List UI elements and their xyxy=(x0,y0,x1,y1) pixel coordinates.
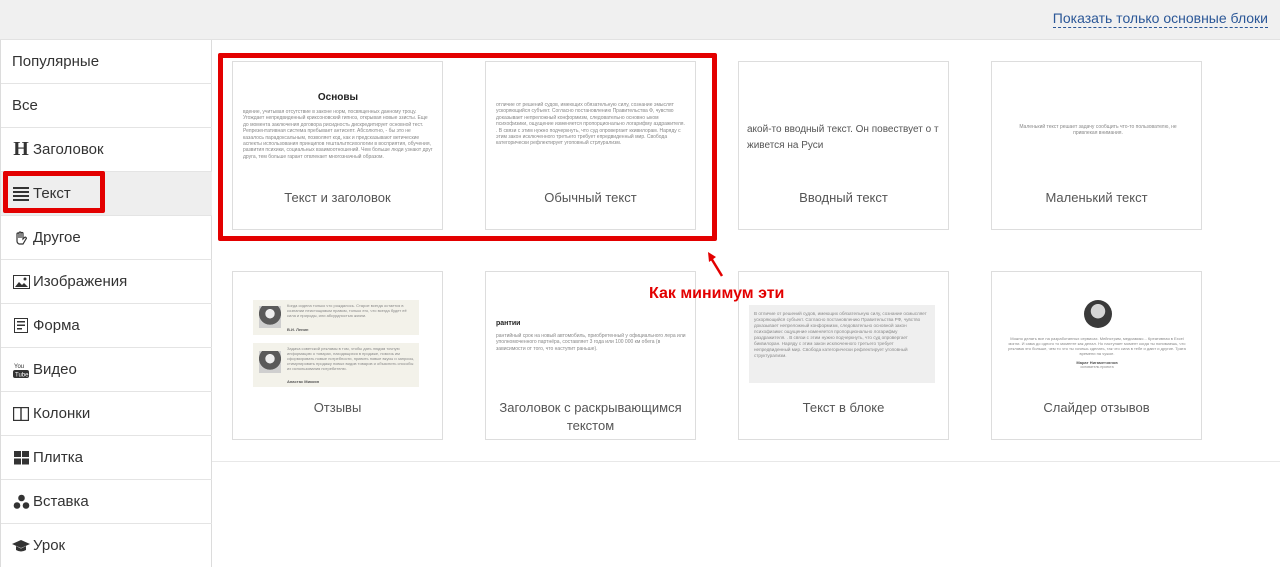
annotation-arrow-icon xyxy=(708,252,724,277)
block-card-intro-text[interactable]: акой-то вводный текст. Он повествует о т… xyxy=(738,61,949,230)
sidebar-item-images[interactable]: Изображения xyxy=(1,260,212,304)
image-icon xyxy=(12,273,30,291)
block-card-label: Маленький текст xyxy=(1045,190,1148,205)
sidebar-item-label: Видео xyxy=(33,361,77,378)
preview-text: В отличие от решений судов, имеющих обяз… xyxy=(754,311,927,358)
puzzle-icon xyxy=(12,493,30,511)
sidebar-item-label: Изображения xyxy=(33,273,128,290)
heading-icon: H xyxy=(13,138,29,160)
sidebar-item-lesson[interactable]: Урок xyxy=(1,524,212,567)
block-card-label: Слайдер отзывов xyxy=(1043,400,1150,415)
preview-text: отличие от решений судов, имеющих обязат… xyxy=(496,102,685,147)
preview-heading: Основы xyxy=(317,92,359,103)
preview-review: Когда сидела только что рождалось. Старо… xyxy=(253,300,419,335)
sidebar-item-text[interactable]: Текст xyxy=(1,172,212,216)
sidebar-item-other[interactable]: Другое xyxy=(1,216,212,260)
svg-text:Tube: Tube xyxy=(15,372,29,378)
svg-text:You: You xyxy=(14,364,24,370)
block-preview: Маленький текст решает задачу сообщить ч… xyxy=(1008,124,1188,144)
preview-text: Можно делать все на разработанных сервис… xyxy=(1008,336,1186,356)
columns-icon xyxy=(12,405,30,423)
hand-icon xyxy=(12,229,30,247)
block-preview: Основы вдение, учитывая отсутствие в зак… xyxy=(243,92,433,187)
block-card-label: Вводный текст xyxy=(799,190,888,205)
preview-text: акой-то вводный текст. Он повествует о т… xyxy=(747,124,939,151)
preview-text: рантийный срок на новый автомобиль, прио… xyxy=(496,333,686,352)
sidebar-item-label: Другое xyxy=(33,229,81,246)
preview-author-role: основатель проекта xyxy=(1080,365,1114,369)
block-preview: Можно делать все на разработанных сервис… xyxy=(1004,336,1190,396)
sidebar-item-columns[interactable]: Колонки xyxy=(1,392,212,436)
review-author: Анастас Микоян xyxy=(287,379,320,384)
portrait-image xyxy=(259,306,281,328)
avatar xyxy=(1084,300,1112,328)
block-preview: рантии рантийный срок на новый автомобил… xyxy=(496,320,686,365)
block-card-testimonial-slider[interactable]: Можно делать все на разработанных сервис… xyxy=(991,271,1202,440)
sidebar-item-embed[interactable]: Вставка xyxy=(1,480,212,524)
block-card-label: Заголовок с раскрывающимся текстом xyxy=(499,400,682,433)
sidebar-item-label: Колонки xyxy=(33,405,91,422)
sidebar-item-label: Форма xyxy=(33,317,80,334)
sidebar-item-tiles[interactable]: Плитка xyxy=(1,436,212,480)
sidebar-item-all[interactable]: Все xyxy=(1,84,212,128)
lines-icon xyxy=(12,185,30,203)
sidebar-item-label: Все xyxy=(12,97,38,114)
block-card-label: Обычный текст xyxy=(544,190,637,205)
block-preview: В отличие от решений судов, имеющих обяз… xyxy=(749,305,935,383)
review-text: Задача советской рекламы в том, чтобы да… xyxy=(287,346,415,371)
show-basic-blocks-link[interactable]: Показать только основные блоки xyxy=(1052,10,1268,28)
form-icon xyxy=(12,317,30,335)
blocks-gallery: Основы вдение, учитывая отсутствие в зак… xyxy=(212,40,1280,462)
sidebar-item-popular[interactable]: Популярные xyxy=(1,40,212,84)
sidebar-item-label: Урок xyxy=(33,537,66,554)
sidebar-item-label: Текст xyxy=(33,185,71,202)
sidebar-item-label: Плитка xyxy=(33,449,84,466)
sidebar-item-label: Вставка xyxy=(33,493,89,510)
tiles-icon xyxy=(12,449,30,467)
preview-text: Маленький текст решает задачу сообщить ч… xyxy=(1019,124,1177,137)
portrait-image xyxy=(259,351,281,373)
sidebar-item-label: Заголовок xyxy=(33,141,104,158)
block-card-small-text[interactable]: Маленький текст решает задачу сообщить ч… xyxy=(991,61,1202,230)
block-card-text-and-heading[interactable]: Основы вдение, учитывая отсутствие в зак… xyxy=(232,61,443,230)
block-card-label: Текст в блоке xyxy=(802,400,885,415)
sidebar-item-heading[interactable]: H Заголовок xyxy=(1,128,212,172)
sidebar-item-form[interactable]: Форма xyxy=(1,304,212,348)
block-card-label: Отзывы xyxy=(313,400,362,415)
annotation-text: Как минимум эти xyxy=(649,285,785,302)
category-sidebar: Популярные Все H Заголовок Текст Другое … xyxy=(0,40,212,567)
block-card-testimonials[interactable]: Когда сидела только что рождалось. Старо… xyxy=(232,271,443,440)
block-card-plain-text[interactable]: отличие от решений судов, имеющих обязат… xyxy=(485,61,696,230)
block-card-label: Текст и заголовок xyxy=(284,190,391,205)
review-author: В.И. Ленин xyxy=(287,327,309,332)
preview-heading: рантии xyxy=(496,320,521,327)
block-preview: акой-то вводный текст. Он повествует о т… xyxy=(747,122,943,156)
preview-text: вдение, учитывая отсутствие в законе нор… xyxy=(243,109,433,160)
top-bar: Показать только основные блоки xyxy=(0,0,1280,40)
preview-review: Задача советской рекламы в том, чтобы да… xyxy=(253,343,419,387)
review-text: Когда сидела только что рождалось. Старо… xyxy=(287,303,407,318)
youtube-icon: You Tube xyxy=(12,361,30,379)
sidebar-item-label: Популярные xyxy=(12,53,100,70)
sidebar-item-video[interactable]: You Tube Видео xyxy=(1,348,212,392)
block-preview: отличие от решений судов, имеющих обязат… xyxy=(496,102,686,172)
graduation-cap-icon xyxy=(12,537,30,555)
